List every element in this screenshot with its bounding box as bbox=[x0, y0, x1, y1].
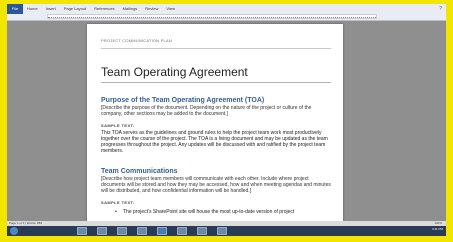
document-title: Team Operating Agreement bbox=[101, 65, 248, 79]
taskbar-app-icon[interactable] bbox=[177, 227, 187, 235]
bullet-icon: • bbox=[115, 209, 117, 215]
tab-mailings[interactable]: Mailings bbox=[123, 4, 138, 14]
taskbar: 4:41 PM bbox=[7, 226, 446, 236]
file-tab[interactable]: File bbox=[7, 4, 23, 14]
tab-page-layout[interactable]: Page Layout bbox=[64, 4, 86, 14]
bullet-item: • The project's SharePoint site will hou… bbox=[101, 209, 331, 215]
sample-label-communications: SAMPLE TEXT: bbox=[101, 200, 135, 205]
section-heading-communications: Team Communications bbox=[101, 168, 178, 175]
application-window: File Home Insert Page Layout References … bbox=[7, 4, 446, 236]
title-rule bbox=[101, 82, 331, 83]
ribbon: File Home Insert Page Layout References … bbox=[7, 4, 446, 21]
header-rule bbox=[101, 48, 331, 49]
section-instruction-communications: [Describe how project team members will … bbox=[101, 176, 331, 194]
tab-references[interactable]: References bbox=[94, 4, 114, 14]
section-instruction-purpose: [Describe the purpose of the document. D… bbox=[101, 105, 312, 117]
word-taskbar-icon[interactable] bbox=[157, 227, 167, 235]
taskbar-app-icon[interactable] bbox=[217, 227, 227, 235]
taskbar-app-icon[interactable] bbox=[117, 227, 127, 235]
taskbar-app-icon[interactable] bbox=[137, 227, 147, 235]
page-content: PROJECT COMMUNICATION PLAN Team Operatin… bbox=[101, 30, 331, 215]
tab-review[interactable]: Review bbox=[145, 4, 158, 14]
tab-home[interactable]: Home bbox=[27, 4, 38, 14]
tab-view[interactable]: View bbox=[166, 4, 175, 14]
sample-text-purpose: This TOA serves as the guidelines and gr… bbox=[101, 130, 328, 154]
sample-label-purpose: SAMPLE TEXT: bbox=[101, 123, 135, 128]
bullet-text: The project's SharePoint site will house… bbox=[123, 209, 295, 215]
taskbar-app-icon[interactable] bbox=[197, 227, 207, 235]
tab-insert[interactable]: Insert bbox=[46, 4, 56, 14]
taskbar-app-icon[interactable] bbox=[97, 227, 107, 235]
ribbon-tabs: Home Insert Page Layout References Maili… bbox=[27, 4, 175, 14]
help-icon[interactable]: ? bbox=[439, 4, 442, 14]
section-heading-purpose: Purpose of the Team Operating Agreement … bbox=[101, 97, 265, 104]
document-workspace: PROJECT COMMUNICATION PLAN Team Operatin… bbox=[7, 21, 446, 221]
taskbar-app-icon[interactable] bbox=[77, 227, 87, 235]
document-page[interactable]: PROJECT COMMUNICATION PLAN Team Operatin… bbox=[87, 24, 343, 221]
page-header: PROJECT COMMUNICATION PLAN bbox=[101, 38, 172, 43]
system-clock[interactable]: 4:41 PM bbox=[432, 227, 443, 231]
start-button-icon[interactable] bbox=[10, 227, 18, 235]
horizontal-ruler[interactable] bbox=[47, 14, 377, 19]
